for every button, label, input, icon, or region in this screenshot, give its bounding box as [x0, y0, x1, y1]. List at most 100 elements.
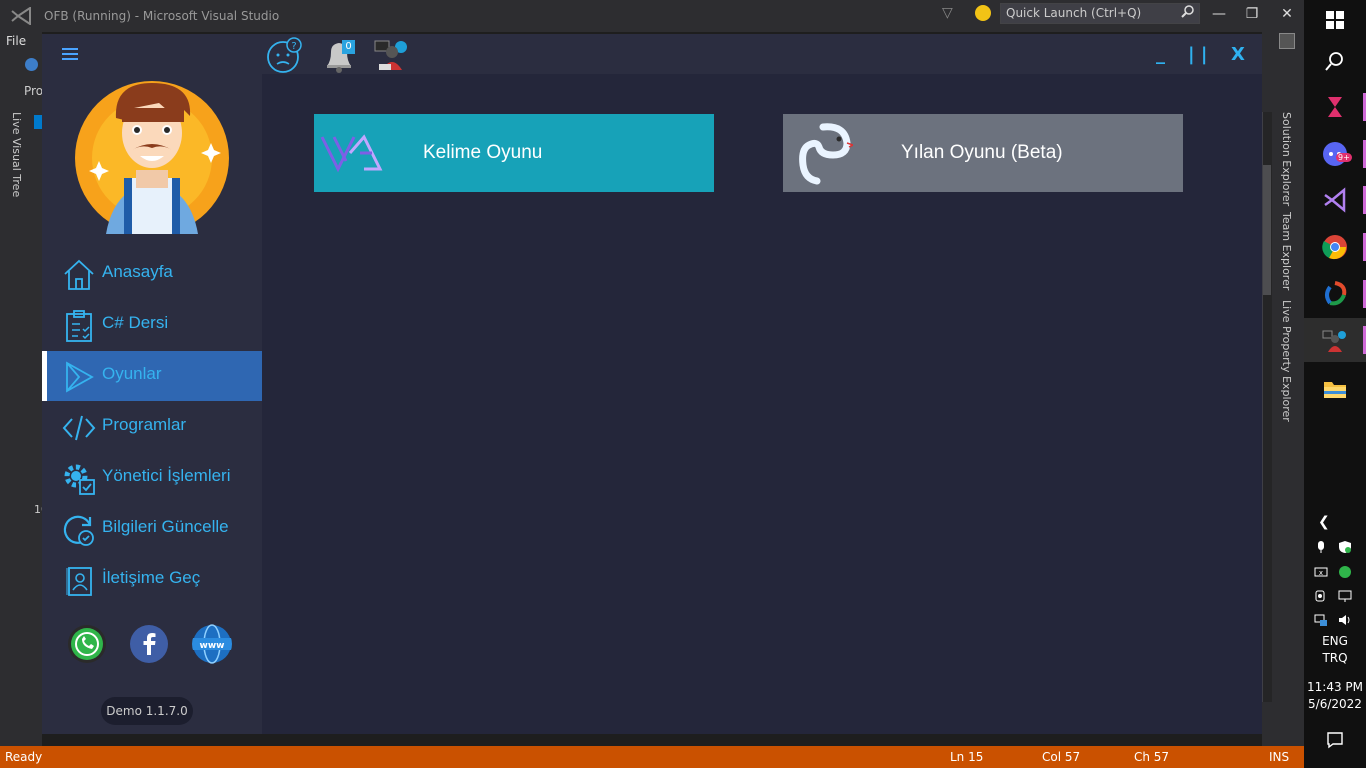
app-window: Anasayfa C# Dersi Oyunlar Programlar Yön…	[42, 34, 1262, 734]
hacker-user-icon[interactable]	[1322, 328, 1348, 354]
nav-oyunlar[interactable]: Oyunlar	[42, 351, 262, 401]
nav-programlar[interactable]: Programlar	[42, 402, 262, 452]
app-close-button[interactable]: X	[1231, 44, 1245, 65]
snake-icon	[799, 123, 853, 185]
help-face-icon[interactable]: ?	[266, 36, 304, 74]
svg-text:?: ?	[291, 41, 296, 52]
feedback-filter-icon[interactable]: ▽	[942, 5, 953, 21]
nav-label: C# Dersi	[102, 313, 169, 332]
play-icon	[66, 361, 94, 393]
status-line: Ln 15	[950, 750, 984, 764]
app-minimize-button[interactable]: _	[1156, 44, 1165, 65]
clock-time: 11:43 PM	[1307, 680, 1363, 694]
hourglass-app-icon[interactable]	[1322, 94, 1348, 120]
search-icon[interactable]	[1322, 48, 1348, 74]
action-center-icon[interactable]	[1326, 731, 1344, 749]
status-ready: Ready	[5, 750, 43, 764]
website-icon[interactable]: www	[192, 624, 232, 664]
status-bar: Ready Ln 15 Col 57 Ch 57 INS	[0, 746, 1304, 768]
keyboard-layout: TRQ	[1322, 651, 1348, 665]
team-explorer-tab[interactable]: Team Explorer	[1280, 212, 1293, 290]
kelime-oyunu-card[interactable]: Kelime Oyunu	[314, 114, 714, 192]
vs-pro-label: Pro	[24, 84, 44, 98]
status-column: Col 57	[1042, 750, 1081, 764]
solution-explorer-tab[interactable]: Solution Explorer	[1280, 112, 1293, 206]
yilan-oyunu-card[interactable]: Yılan Oyunu (Beta)	[783, 114, 1183, 192]
network-icon[interactable]	[1314, 613, 1328, 627]
nav-label: Yönetici İşlemleri	[102, 466, 231, 485]
security-shield-icon[interactable]	[1338, 540, 1352, 554]
feedback-smile-icon[interactable]	[975, 5, 991, 21]
webcam-icon[interactable]	[1314, 589, 1328, 603]
app-sidebar: Anasayfa C# Dersi Oyunlar Programlar Yön…	[42, 34, 262, 734]
app-pause-button[interactable]: | |	[1188, 44, 1207, 65]
ime-icon[interactable]: x	[1314, 565, 1328, 579]
green-status-icon[interactable]	[1338, 565, 1352, 579]
windows-start-icon[interactable]	[1322, 7, 1348, 33]
microphone-icon[interactable]	[1314, 540, 1328, 554]
visual-studio-icon	[11, 7, 31, 25]
svg-text:x: x	[1319, 569, 1323, 577]
game-label: Kelime Oyunu	[423, 142, 543, 163]
display-icon[interactable]	[1338, 589, 1352, 603]
refresh-check-icon	[63, 515, 94, 546]
admin-gear-icon	[64, 464, 95, 495]
chrome-icon[interactable]	[1322, 234, 1348, 260]
vs-title-bar: OFB (Running) - Microsoft Visual Studio …	[0, 0, 1304, 32]
whatsapp-icon[interactable]	[67, 624, 107, 664]
vs-scroll-thumb[interactable]	[1263, 165, 1271, 295]
status-char: Ch 57	[1134, 750, 1170, 764]
nav-iletisime-gec[interactable]: İletişime Geç	[42, 555, 262, 605]
clock-date: 5/6/2022	[1308, 697, 1362, 711]
visual-studio-icon[interactable]	[1322, 187, 1348, 213]
restore-window-icon[interactable]: ❐	[1242, 6, 1262, 22]
nav-label: İletişime Geç	[102, 568, 201, 587]
volume-icon[interactable]	[1338, 613, 1352, 627]
discord-app[interactable]: 9+	[1322, 141, 1352, 167]
windows-taskbar: 9+ ❮ x ENG TRQ 11:43 PM 5/6/2022	[1304, 0, 1366, 768]
nav-label: Bilgileri Güncelle	[102, 517, 229, 536]
chevron-left-icon[interactable]: ❮	[1318, 514, 1330, 530]
colorful-app-icon[interactable]	[1322, 281, 1348, 307]
home-icon	[64, 259, 94, 290]
quick-launch-placeholder: Quick Launch (Ctrl+Q)	[1006, 6, 1142, 20]
quick-launch-input[interactable]: Quick Launch (Ctrl+Q)	[1000, 3, 1200, 24]
code-icon	[62, 415, 96, 441]
minimize-window-icon[interactable]: —	[1209, 6, 1229, 22]
language-indicator[interactable]: ENG TRQ	[1304, 634, 1366, 665]
version-badge: Demo 1.1.7.0	[101, 697, 193, 725]
vs-panel-pin-icon[interactable]	[1279, 33, 1295, 49]
notification-count: 0	[342, 40, 355, 54]
contact-book-icon	[66, 567, 92, 596]
live-property-explorer-tab[interactable]: Live Property Explorer	[1280, 300, 1293, 422]
nav-anasayfa[interactable]: Anasayfa	[42, 249, 262, 299]
word-game-logo-icon	[320, 134, 383, 173]
status-insert-mode: INS	[1269, 750, 1290, 764]
file-explorer-icon[interactable]	[1322, 376, 1348, 402]
nav-label: Anasayfa	[102, 262, 173, 281]
game-label: Yılan Oyunu (Beta)	[901, 142, 1063, 163]
svg-text:www: www	[200, 641, 225, 651]
nav-label: Oyunlar	[102, 364, 162, 383]
facebook-icon[interactable]	[129, 624, 169, 664]
nav-yonetici-islemleri[interactable]: Yönetici İşlemleri	[42, 453, 262, 503]
file-menu[interactable]: File	[6, 34, 26, 48]
live-visual-tree-tab[interactable]: Live Visual Tree	[10, 112, 23, 197]
close-window-icon[interactable]: ✕	[1277, 6, 1297, 22]
hacker-user-icon[interactable]	[373, 36, 411, 74]
hamburger-menu-icon[interactable]	[62, 48, 78, 60]
language-code: ENG	[1322, 634, 1348, 648]
clipboard-check-icon	[66, 310, 92, 342]
search-icon[interactable]	[1181, 5, 1195, 19]
discord-badge: 9+	[1336, 153, 1352, 162]
nav-bilgileri-guncelle[interactable]: Bilgileri Güncelle	[42, 504, 262, 554]
clock[interactable]: 11:43 PM 5/6/2022	[1304, 680, 1366, 711]
app-top-bar: ? 0 _ | | X	[262, 34, 1262, 74]
notification-button[interactable]: 0	[320, 36, 358, 74]
nav-csharp-dersi[interactable]: C# Dersi	[42, 300, 262, 350]
vs-left-marker	[34, 115, 42, 129]
user-avatar	[75, 81, 229, 234]
back-arrow-icon[interactable]	[25, 58, 38, 71]
nav-label: Programlar	[102, 415, 187, 434]
vs-window-title: OFB (Running) - Microsoft Visual Studio	[44, 9, 280, 23]
